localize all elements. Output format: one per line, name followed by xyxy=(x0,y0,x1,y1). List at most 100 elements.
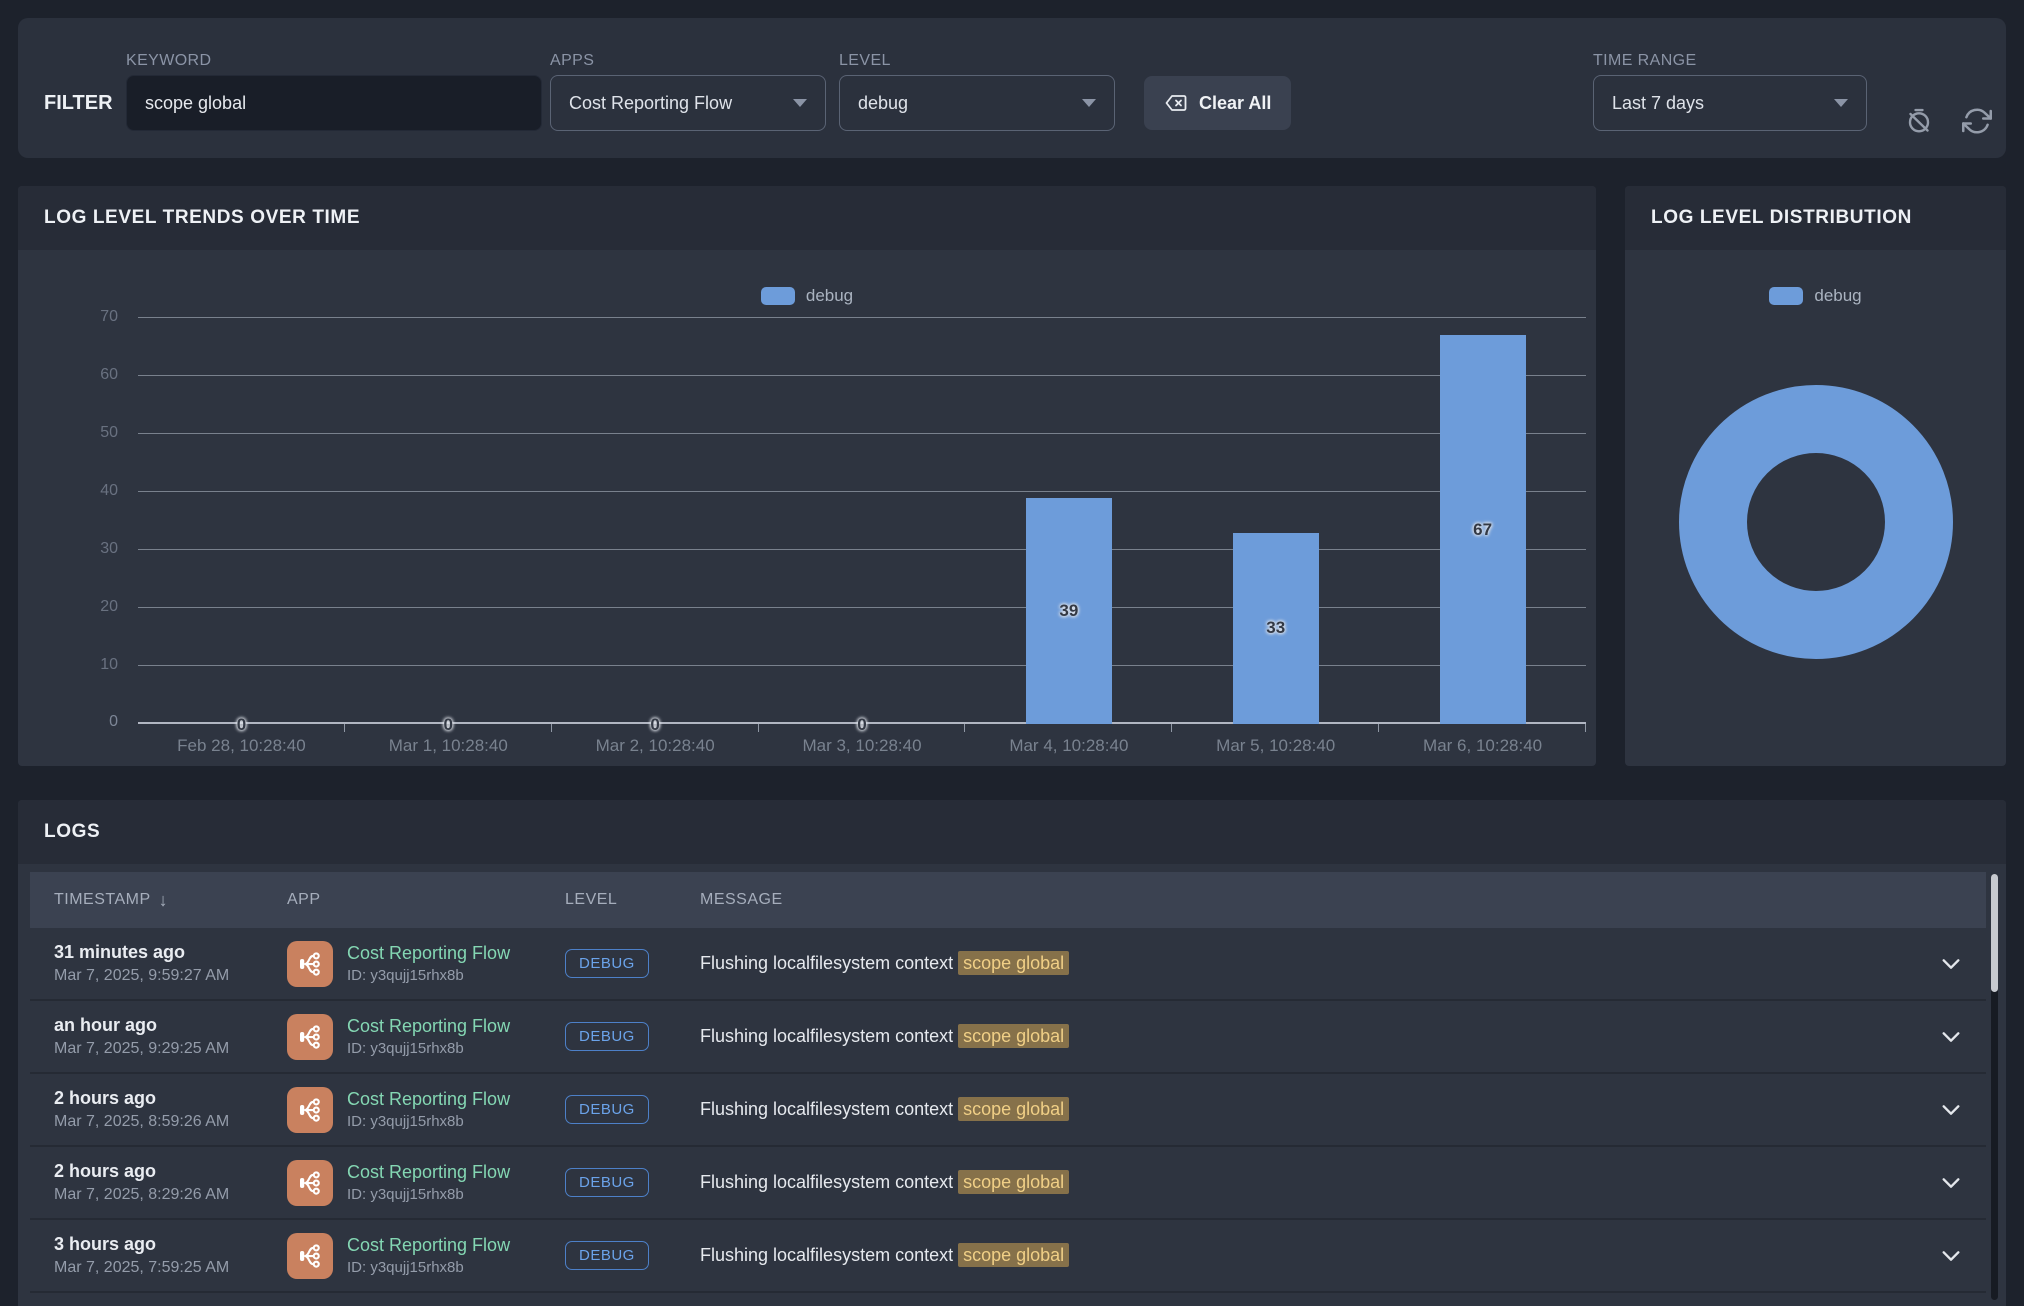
log-row[interactable]: 31 minutes agoMar 7, 2025, 9:59:27 AMCos… xyxy=(30,928,1986,1001)
app-name-link[interactable]: Cost Reporting Flow xyxy=(347,1162,510,1183)
message-highlight: scope global xyxy=(958,1170,1069,1194)
legend-swatch-debug xyxy=(761,287,795,305)
log-row[interactable]: an hour agoMar 7, 2025, 9:29:25 AM Cost R… xyxy=(30,1001,1986,1074)
expand-row-button[interactable] xyxy=(1936,1245,1966,1267)
apps-select-value: Cost Reporting Flow xyxy=(569,93,732,114)
message-text: Flushing localfilesystem context xyxy=(700,1172,953,1192)
message-text: Flushing localfilesystem context xyxy=(700,1099,953,1119)
flow-app-icon xyxy=(287,1014,333,1060)
clear-all-button[interactable]: Clear All xyxy=(1144,76,1291,130)
bar[interactable]: 39 xyxy=(1026,498,1112,724)
column-header-message[interactable]: MESSAGE xyxy=(700,891,1916,909)
apps-select[interactable]: Cost Reporting Flow xyxy=(550,75,826,131)
message-text: Flushing localfilesystem context xyxy=(700,1245,953,1265)
filter-bar: FILTER KEYWORD APPS Cost Reporting Flow … xyxy=(18,18,2006,158)
logs-panel: LOGS TIMESTAMP ↓ APP LEVEL MESSAGE 31 mi… xyxy=(18,800,2006,1306)
timestamp-cell: 2 hours ago Mar 7, 2025, 8:29:26 AM xyxy=(54,1161,287,1204)
sort-desc-icon[interactable]: ↓ xyxy=(159,890,169,911)
expand-row-button[interactable] xyxy=(1936,953,1966,975)
alarm-off-icon[interactable] xyxy=(1903,106,1935,138)
x-tick-label: Mar 5, 10:28:40 xyxy=(1216,736,1335,756)
level-cell: DEBUG xyxy=(565,1095,700,1124)
relative-time: 2 hours ago xyxy=(54,1088,287,1109)
x-tick-label: Mar 3, 10:28:40 xyxy=(802,736,921,756)
y-tick-label: 50 xyxy=(100,424,118,442)
expand-row-button[interactable] xyxy=(1936,1099,1966,1121)
keyword-input[interactable] xyxy=(126,75,542,131)
app-id: ID: y3qujj15rhx8b xyxy=(347,1040,510,1057)
timestamp-cell: 2 hours ago Mar 7, 2025, 8:59:26 AM xyxy=(54,1088,287,1131)
donut-chart[interactable] xyxy=(1679,385,1953,659)
level-select-value: debug xyxy=(858,93,908,114)
level-badge: DEBUG xyxy=(565,949,649,978)
logs-scrollbar-thumb[interactable] xyxy=(1991,874,1998,992)
y-tick-label: 60 xyxy=(100,366,118,384)
message-cell: Flushing localfilesystem contextscope gl… xyxy=(700,1172,1916,1193)
message-text: Flushing localfilesystem context xyxy=(700,953,953,973)
trends-legend[interactable]: debug xyxy=(18,286,1596,306)
level-select[interactable]: debug xyxy=(839,75,1115,131)
time-range-select-value: Last 7 days xyxy=(1612,93,1704,114)
level-cell: DEBUG xyxy=(565,1022,700,1051)
expand-row-button[interactable] xyxy=(1936,1026,1966,1048)
level-cell: DEBUG xyxy=(565,1168,700,1197)
y-tick-label: 20 xyxy=(100,598,118,616)
absolute-time: Mar 7, 2025, 9:29:25 AM xyxy=(54,1040,287,1058)
time-range-label: TIME RANGE xyxy=(1593,52,1697,70)
column-header-app[interactable]: APP xyxy=(287,891,565,909)
app-id: ID: y3qujj15rhx8b xyxy=(347,1259,510,1276)
log-row[interactable]: 3 hours agoMar 7, 2025, 7:59:25 AMCost R… xyxy=(30,1220,1986,1293)
level-cell: DEBUG xyxy=(565,949,700,978)
distribution-legend[interactable]: debug xyxy=(1625,286,2006,306)
timestamp-cell: an hour agoMar 7, 2025, 9:29:25 AM xyxy=(54,1015,287,1058)
app-cell: Cost Reporting Flow ID: y3qujj15rhx8b xyxy=(287,941,565,987)
chevron-down-icon xyxy=(1940,1030,1962,1044)
filter-title: FILTER xyxy=(44,92,113,115)
app-id: ID: y3qujj15rhx8b xyxy=(347,1186,510,1203)
bar[interactable]: 33 xyxy=(1233,533,1319,724)
bar-value-label: 67 xyxy=(1473,520,1492,540)
legend-swatch-debug xyxy=(1769,287,1803,305)
legend-label-debug: debug xyxy=(806,286,853,306)
relative-time: 2 hours ago xyxy=(54,1161,287,1182)
message-text: Flushing localfilesystem context xyxy=(700,1026,953,1046)
absolute-time: Mar 7, 2025, 8:29:26 AM xyxy=(54,1186,287,1204)
level-badge: DEBUG xyxy=(565,1241,649,1270)
time-range-select[interactable]: Last 7 days xyxy=(1593,75,1867,131)
expand-row-button[interactable] xyxy=(1936,1172,1966,1194)
logs-scrollbar-track[interactable] xyxy=(1991,874,1998,1300)
bar[interactable]: 67 xyxy=(1440,335,1526,724)
absolute-time: Mar 7, 2025, 7:59:25 AM xyxy=(54,1259,287,1277)
chevron-down-icon xyxy=(1940,1176,1962,1190)
x-tick-label: Mar 2, 10:28:40 xyxy=(596,736,715,756)
distribution-panel: LOG LEVEL DISTRIBUTION debug xyxy=(1625,186,2006,766)
column-header-timestamp[interactable]: TIMESTAMP ↓ xyxy=(54,890,287,911)
y-tick-label: 0 xyxy=(109,713,118,731)
absolute-time: Mar 7, 2025, 8:59:26 AM xyxy=(54,1113,287,1131)
charts-row: LOG LEVEL TRENDS OVER TIME debug 0102030… xyxy=(18,186,2006,766)
bar-column: 0Feb 28, 10:28:40 xyxy=(138,318,345,724)
x-tick-label: Mar 6, 10:28:40 xyxy=(1423,736,1542,756)
app-name-link[interactable]: Cost Reporting Flow xyxy=(347,1235,510,1256)
x-tick-label: Mar 4, 10:28:40 xyxy=(1009,736,1128,756)
logs-panel-header: LOGS xyxy=(18,800,2006,864)
app-name-link[interactable]: Cost Reporting Flow xyxy=(347,943,510,964)
level-cell: DEBUG xyxy=(565,1241,700,1270)
refresh-icon[interactable] xyxy=(1961,106,1993,138)
column-header-level[interactable]: LEVEL xyxy=(565,891,700,909)
log-row[interactable]: 2 hours ago Mar 7, 2025, 8:59:26 AM Cost R… xyxy=(30,1074,1986,1147)
y-tick-label: 70 xyxy=(100,308,118,326)
bar-value-label: 33 xyxy=(1266,618,1285,638)
trend-columns: 0Feb 28, 10:28:400Mar 1, 10:28:400Mar 2,… xyxy=(138,318,1586,724)
level-badge: DEBUG xyxy=(565,1095,649,1124)
level-badge: DEBUG xyxy=(565,1022,649,1051)
app-name-link[interactable]: Cost Reporting Flow xyxy=(347,1089,510,1110)
app-name-link[interactable]: Cost Reporting Flow xyxy=(347,1016,510,1037)
log-row[interactable]: 2 hours ago Mar 7, 2025, 8:29:26 AM Cost R… xyxy=(30,1147,1986,1220)
chevron-down-icon xyxy=(1940,1249,1962,1263)
message-highlight: scope global xyxy=(958,1024,1069,1048)
trends-panel-header: LOG LEVEL TRENDS OVER TIME xyxy=(18,186,1596,250)
chevron-down-icon xyxy=(793,99,807,107)
clear-all-label: Clear All xyxy=(1199,93,1271,114)
app-id: ID: y3qujj15rhx8b xyxy=(347,967,510,984)
